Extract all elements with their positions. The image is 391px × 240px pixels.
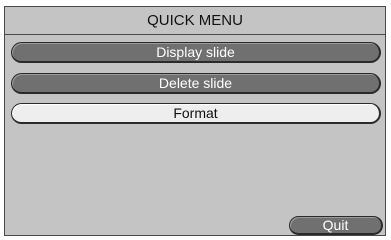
display-slide-button[interactable]: Display slide	[11, 42, 381, 63]
menu-title: QUICK MENU	[5, 7, 385, 35]
delete-slide-button[interactable]: Delete slide	[11, 73, 381, 94]
quit-button[interactable]: Quit	[289, 216, 383, 235]
quick-menu-panel: QUICK MENU Display slide Delete slide Fo…	[4, 6, 386, 236]
format-button[interactable]: Format	[11, 103, 381, 124]
